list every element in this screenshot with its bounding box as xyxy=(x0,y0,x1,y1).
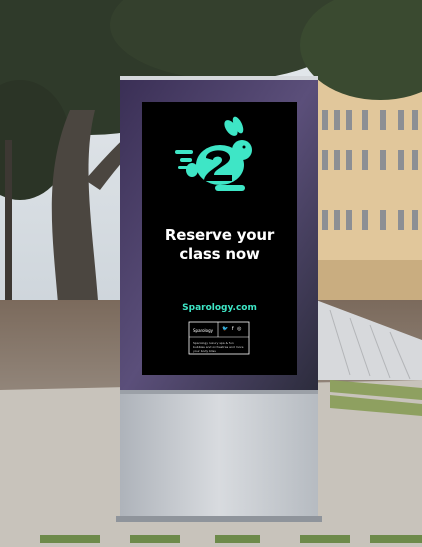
headline-line-1: Reserve your xyxy=(164,226,275,244)
card-brand: Sparology xyxy=(193,328,213,333)
website-link: Sparology.com xyxy=(182,303,257,313)
card-body-text: Sparology luxury spa & fun bubbles and o… xyxy=(193,341,244,353)
background-photo xyxy=(0,0,422,547)
street-scene: Reserve your class now Sparology.com Spa… xyxy=(0,0,422,547)
headline-line-2: class now xyxy=(179,245,260,263)
social-icons: 🐦 f ◎ xyxy=(222,326,243,332)
